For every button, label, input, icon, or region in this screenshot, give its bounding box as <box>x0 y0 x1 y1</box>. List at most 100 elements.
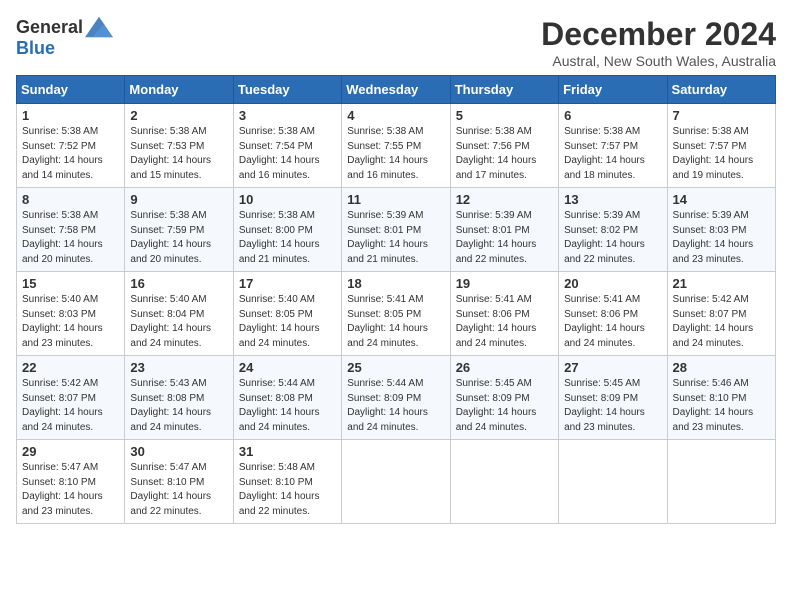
title-area: December 2024 Austral, New South Wales, … <box>541 16 776 69</box>
day-number: 11 <box>347 192 444 207</box>
calendar-cell: 30 Sunrise: 5:47 AMSunset: 8:10 PMDayligh… <box>125 440 233 524</box>
day-number: 27 <box>564 360 661 375</box>
calendar-cell: 3 Sunrise: 5:38 AMSunset: 7:54 PMDaylight… <box>233 104 341 188</box>
day-number: 24 <box>239 360 336 375</box>
day-number: 9 <box>130 192 227 207</box>
day-number: 8 <box>22 192 119 207</box>
calendar-cell: 21 Sunrise: 5:42 AMSunset: 8:07 PMDayligh… <box>667 272 775 356</box>
calendar-cell: 10Sunrise: 5:38 AMSunset: 8:00 PMDayligh… <box>233 188 341 272</box>
day-info: Sunrise: 5:38 AMSunset: 7:57 PMDaylight:… <box>673 125 770 183</box>
day-number: 5 <box>456 108 553 123</box>
calendar-cell: 18 Sunrise: 5:41 AMSunset: 8:05 PMDayligh… <box>342 272 450 356</box>
day-info: Sunrise: 5:47 AMSunset: 8:10 PMDaylight:… <box>130 461 227 519</box>
header-row: SundayMondayTuesdayWednesdayThursdayFrid… <box>17 76 776 104</box>
day-number: 23 <box>130 360 227 375</box>
calendar-cell: 5 Sunrise: 5:38 AMSunset: 7:56 PMDaylight… <box>450 104 558 188</box>
day-info: Sunrise: 5:39 AMSunset: 8:01 PMDaylight:… <box>456 209 553 267</box>
calendar-cell: 8 Sunrise: 5:38 AMSunset: 7:58 PMDaylight… <box>17 188 125 272</box>
calendar-cell <box>450 440 558 524</box>
logo-blue: Blue <box>16 38 55 59</box>
calendar-cell: 12Sunrise: 5:39 AMSunset: 8:01 PMDayligh… <box>450 188 558 272</box>
logo-icon <box>85 16 113 38</box>
day-info: Sunrise: 5:48 AMSunset: 8:10 PMDaylight:… <box>239 461 336 519</box>
day-info: Sunrise: 5:38 AMSunset: 7:58 PMDaylight:… <box>22 209 119 267</box>
week-row-3: 15Sunrise: 5:40 AMSunset: 8:03 PMDayligh… <box>17 272 776 356</box>
day-info: Sunrise: 5:38 AMSunset: 7:53 PMDaylight:… <box>130 125 227 183</box>
calendar-cell: 9 Sunrise: 5:38 AMSunset: 7:59 PMDaylight… <box>125 188 233 272</box>
day-info: Sunrise: 5:38 AMSunset: 7:55 PMDaylight:… <box>347 125 444 183</box>
day-info: Sunrise: 5:38 AMSunset: 7:56 PMDaylight:… <box>456 125 553 183</box>
calendar-cell: 2 Sunrise: 5:38 AMSunset: 7:53 PMDaylight… <box>125 104 233 188</box>
day-number: 29 <box>22 444 119 459</box>
day-number: 10 <box>239 192 336 207</box>
header-monday: Monday <box>125 76 233 104</box>
day-number: 6 <box>564 108 661 123</box>
header-wednesday: Wednesday <box>342 76 450 104</box>
calendar-cell: 26 Sunrise: 5:45 AMSunset: 8:09 PMDayligh… <box>450 356 558 440</box>
header-thursday: Thursday <box>450 76 558 104</box>
day-info: Sunrise: 5:38 AMSunset: 7:54 PMDaylight:… <box>239 125 336 183</box>
day-number: 17 <box>239 276 336 291</box>
logo: General Blue <box>16 16 113 59</box>
day-number: 7 <box>673 108 770 123</box>
calendar-cell: 6 Sunrise: 5:38 AMSunset: 7:57 PMDaylight… <box>559 104 667 188</box>
calendar-table: SundayMondayTuesdayWednesdayThursdayFrid… <box>16 75 776 524</box>
calendar-cell: 1Sunrise: 5:38 AMSunset: 7:52 PMDaylight… <box>17 104 125 188</box>
week-row-1: 1Sunrise: 5:38 AMSunset: 7:52 PMDaylight… <box>17 104 776 188</box>
day-number: 18 <box>347 276 444 291</box>
header-saturday: Saturday <box>667 76 775 104</box>
logo-general: General <box>16 17 83 38</box>
day-info: Sunrise: 5:45 AMSunset: 8:09 PMDaylight:… <box>564 377 661 435</box>
day-info: Sunrise: 5:38 AMSunset: 7:52 PMDaylight:… <box>22 125 119 183</box>
week-row-2: 8 Sunrise: 5:38 AMSunset: 7:58 PMDaylight… <box>17 188 776 272</box>
day-info: Sunrise: 5:39 AMSunset: 8:01 PMDaylight:… <box>347 209 444 267</box>
week-row-5: 29 Sunrise: 5:47 AMSunset: 8:10 PMDayligh… <box>17 440 776 524</box>
day-info: Sunrise: 5:46 AMSunset: 8:10 PMDaylight:… <box>673 377 770 435</box>
day-number: 3 <box>239 108 336 123</box>
day-info: Sunrise: 5:43 AMSunset: 8:08 PMDaylight:… <box>130 377 227 435</box>
day-info: Sunrise: 5:42 AMSunset: 8:07 PMDaylight:… <box>673 293 770 351</box>
calendar-cell: 16Sunrise: 5:40 AMSunset: 8:04 PMDayligh… <box>125 272 233 356</box>
day-number: 31 <box>239 444 336 459</box>
calendar-cell: 28 Sunrise: 5:46 AMSunset: 8:10 PMDayligh… <box>667 356 775 440</box>
day-info: Sunrise: 5:38 AMSunset: 7:57 PMDaylight:… <box>564 125 661 183</box>
day-number: 26 <box>456 360 553 375</box>
day-info: Sunrise: 5:44 AMSunset: 8:08 PMDaylight:… <box>239 377 336 435</box>
day-info: Sunrise: 5:44 AMSunset: 8:09 PMDaylight:… <box>347 377 444 435</box>
week-row-4: 22 Sunrise: 5:42 AMSunset: 8:07 PMDayligh… <box>17 356 776 440</box>
calendar-cell: 27 Sunrise: 5:45 AMSunset: 8:09 PMDayligh… <box>559 356 667 440</box>
calendar-cell: 23 Sunrise: 5:43 AMSunset: 8:08 PMDayligh… <box>125 356 233 440</box>
calendar-cell: 15Sunrise: 5:40 AMSunset: 8:03 PMDayligh… <box>17 272 125 356</box>
day-number: 28 <box>673 360 770 375</box>
calendar-cell: 7 Sunrise: 5:38 AMSunset: 7:57 PMDaylight… <box>667 104 775 188</box>
day-number: 4 <box>347 108 444 123</box>
day-info: Sunrise: 5:41 AMSunset: 8:05 PMDaylight:… <box>347 293 444 351</box>
header-sunday: Sunday <box>17 76 125 104</box>
calendar-cell <box>342 440 450 524</box>
header-tuesday: Tuesday <box>233 76 341 104</box>
header: General Blue December 2024 Austral, New … <box>16 16 776 69</box>
day-info: Sunrise: 5:39 AMSunset: 8:02 PMDaylight:… <box>564 209 661 267</box>
day-info: Sunrise: 5:41 AMSunset: 8:06 PMDaylight:… <box>456 293 553 351</box>
day-info: Sunrise: 5:47 AMSunset: 8:10 PMDaylight:… <box>22 461 119 519</box>
calendar-cell: 24 Sunrise: 5:44 AMSunset: 8:08 PMDayligh… <box>233 356 341 440</box>
day-info: Sunrise: 5:40 AMSunset: 8:03 PMDaylight:… <box>22 293 119 351</box>
calendar-cell: 29 Sunrise: 5:47 AMSunset: 8:10 PMDayligh… <box>17 440 125 524</box>
day-number: 13 <box>564 192 661 207</box>
calendar-cell: 20 Sunrise: 5:41 AMSunset: 8:06 PMDayligh… <box>559 272 667 356</box>
day-number: 30 <box>130 444 227 459</box>
day-number: 2 <box>130 108 227 123</box>
day-number: 19 <box>456 276 553 291</box>
calendar-cell: 25Sunrise: 5:44 AMSunset: 8:09 PMDayligh… <box>342 356 450 440</box>
calendar-cell: 13 Sunrise: 5:39 AMSunset: 8:02 PMDayligh… <box>559 188 667 272</box>
day-number: 16 <box>130 276 227 291</box>
day-number: 22 <box>22 360 119 375</box>
day-number: 20 <box>564 276 661 291</box>
day-number: 21 <box>673 276 770 291</box>
day-info: Sunrise: 5:42 AMSunset: 8:07 PMDaylight:… <box>22 377 119 435</box>
day-info: Sunrise: 5:41 AMSunset: 8:06 PMDaylight:… <box>564 293 661 351</box>
day-info: Sunrise: 5:38 AMSunset: 7:59 PMDaylight:… <box>130 209 227 267</box>
calendar-cell <box>667 440 775 524</box>
day-info: Sunrise: 5:45 AMSunset: 8:09 PMDaylight:… <box>456 377 553 435</box>
month-title: December 2024 <box>541 16 776 53</box>
